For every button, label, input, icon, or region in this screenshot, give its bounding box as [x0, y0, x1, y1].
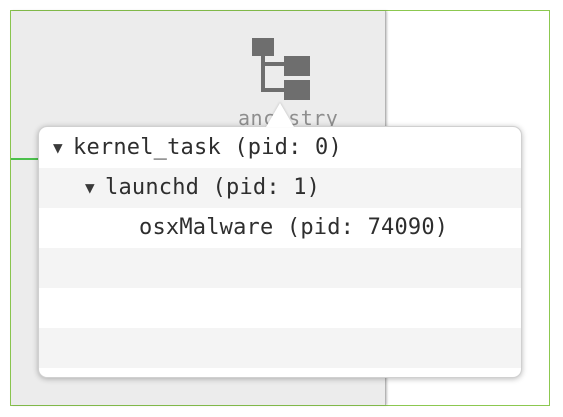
empty-row — [39, 328, 521, 368]
empty-row — [39, 288, 521, 328]
process-ancestry-popover: ▼ kernel_task (pid: 0) ▼ launchd (pid: 1) … — [38, 126, 522, 378]
process-label: launchd (pid: 1) — [105, 175, 321, 200]
connection-indicator — [11, 158, 41, 160]
disclosure-triangle-icon[interactable]: ▼ — [85, 168, 105, 208]
hierarchy-icon[interactable] — [250, 36, 314, 102]
empty-row — [39, 248, 521, 288]
tree-row-osxmalware[interactable]: osxMalware (pid: 74090) — [39, 208, 521, 248]
disclosure-triangle-icon[interactable]: ▼ — [53, 128, 73, 168]
tree-row-kernel-task[interactable]: ▼ kernel_task (pid: 0) — [39, 128, 521, 168]
tree-row-launchd[interactable]: ▼ launchd (pid: 1) — [39, 168, 521, 208]
process-label: osxMalware (pid: 74090) — [139, 215, 449, 240]
process-label: kernel_task (pid: 0) — [73, 135, 342, 160]
popover-arrow — [266, 103, 294, 127]
